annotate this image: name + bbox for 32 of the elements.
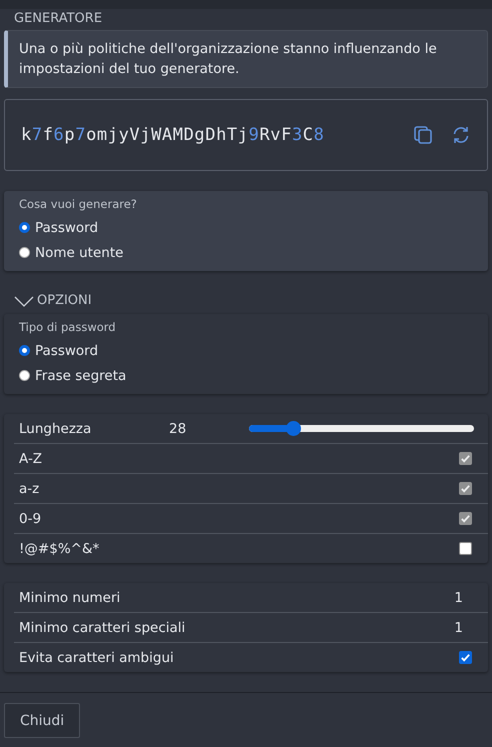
refresh-icon[interactable] (451, 125, 471, 145)
group-label: Cosa vuoi generare? (19, 197, 138, 211)
slider-thumb[interactable] (286, 421, 301, 436)
chevron-icon[interactable] (14, 294, 34, 306)
radio-button[interactable] (19, 222, 30, 233)
radio-button[interactable] (19, 345, 30, 356)
copy-icon[interactable] (413, 125, 433, 145)
checkbox[interactable] (459, 542, 472, 555)
group-label: Tipo di password (19, 320, 117, 334)
option-label: a-z (19, 480, 40, 496)
length-value: 28 (169, 420, 188, 436)
generated-password: k7f6p7omjyVjWAMDgDhTj 9RvF3C8 (21, 125, 326, 145)
radio-label[interactable]: Password (35, 342, 98, 358)
options-header[interactable]: OPZIONI (37, 293, 92, 308)
number-value[interactable]: 1 (454, 620, 463, 636)
close-button[interactable]: Chiudi (4, 703, 80, 738)
number-value[interactable]: 1 (454, 590, 463, 606)
radio-label[interactable]: Nome utente (35, 244, 124, 260)
option-label: Evita caratteri ambigui (19, 650, 174, 666)
policy-notice: Una o più politiche dell'organizzazione stanno influenzando le impostazioni del tuo generatore. (4, 30, 488, 88)
option-label: Minimo caratteri speciali (19, 620, 186, 636)
option-label: Minimo numeri (19, 590, 122, 606)
checkbox[interactable] (459, 651, 472, 664)
length-label: Lunghezza (19, 420, 92, 436)
radio-label[interactable]: Frase segreta (35, 368, 126, 384)
radio-button[interactable] (19, 370, 30, 381)
radio-button[interactable] (19, 247, 30, 258)
radio-label[interactable]: Password (35, 220, 98, 236)
option-label: !@#$%^&* (19, 540, 100, 556)
section-title: GENERATORE (13, 10, 104, 28)
option-label: A-Z (19, 450, 44, 466)
option-label: 0-9 (19, 510, 42, 526)
